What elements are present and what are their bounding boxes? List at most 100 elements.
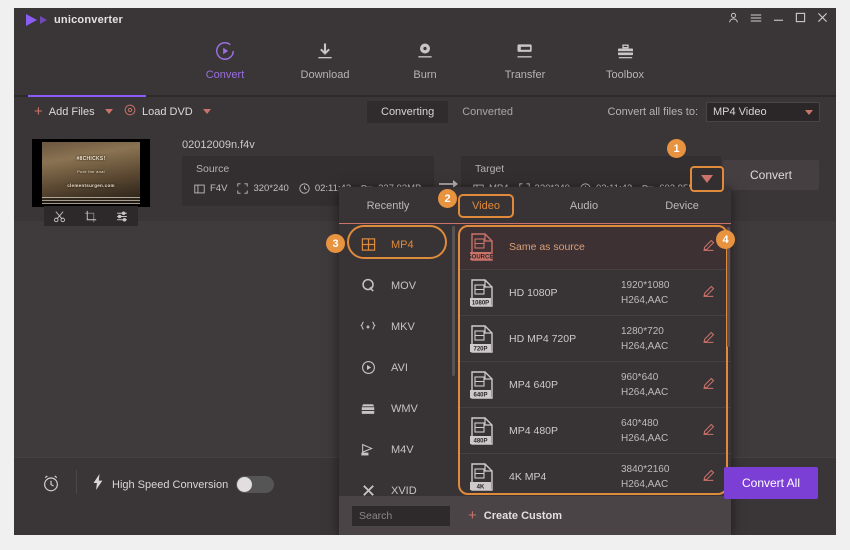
create-custom-button[interactable]: + Create Custom — [468, 508, 562, 523]
popup-tab-label: Video — [458, 193, 514, 218]
close-icon[interactable] — [817, 12, 828, 23]
target-format-dropdown-button[interactable] — [690, 166, 724, 192]
preset-item[interactable]: 480P MP4 480P 640*480 H264,AAC — [457, 408, 731, 454]
status-tabs: Converting Converted — [367, 101, 527, 123]
format-item-wmv[interactable]: WMV — [339, 388, 457, 429]
edit-preset-icon[interactable] — [702, 285, 715, 303]
popup-tab-label: Audio — [569, 199, 599, 212]
load-dvd-button[interactable]: Load DVD — [124, 104, 211, 119]
preset-codec: H264,AAC — [621, 432, 669, 444]
effects-icon[interactable] — [115, 210, 129, 223]
format-item-xvid[interactable]: XVID — [339, 470, 457, 496]
preset-list: SOURCE Same as source 1080P HD 1080P 192… — [457, 224, 731, 496]
format-dropdown-popup: Recently Video Audio Device MP4 MOV MKV … — [339, 187, 731, 535]
format-label: MKV — [391, 320, 415, 333]
search-input[interactable]: Search — [352, 505, 450, 526]
edit-preset-icon[interactable] — [702, 377, 715, 395]
svg-text:640P: 640P — [473, 392, 487, 398]
nav-item-toolbox[interactable]: Toolbox — [575, 34, 675, 81]
preset-resolution: 3840*2160 — [621, 463, 670, 475]
create-custom-label: Create Custom — [483, 509, 563, 522]
preset-name: HD MP4 720P — [509, 332, 577, 345]
format-item-mp4[interactable]: MP4 — [339, 224, 457, 265]
chevron-down-icon[interactable] — [202, 109, 211, 114]
play-logo-icon — [26, 14, 37, 26]
nav-item-convert[interactable]: Convert — [175, 34, 275, 81]
nav-item-transfer[interactable]: Transfer — [475, 34, 575, 81]
maximize-icon[interactable] — [795, 12, 806, 23]
dvd-icon — [124, 104, 136, 119]
convert-all-button[interactable]: Convert All — [724, 467, 818, 499]
preset-item[interactable]: 720P HD MP4 720P 1280*720 H264,AAC — [457, 316, 731, 362]
menu-icon[interactable] — [750, 13, 762, 23]
format-label: MOV — [391, 279, 417, 292]
edit-tools — [44, 206, 138, 226]
toggle-knob — [237, 477, 253, 492]
svg-text:1080P: 1080P — [472, 300, 489, 306]
popup-tab-recently[interactable]: Recently — [339, 200, 437, 212]
convert-all-to-select[interactable]: MP4 Video — [706, 102, 820, 122]
transfer-icon — [514, 40, 536, 62]
convert-all-to-group: Convert all files to: MP4 Video — [608, 102, 820, 122]
preset-specs: 1920*1080 H264,AAC — [621, 278, 669, 308]
preset-item[interactable]: SOURCE Same as source — [457, 224, 731, 270]
preset-icon-640p: 640P — [469, 370, 495, 400]
convert-icon — [214, 40, 236, 62]
preset-name: HD 1080P — [509, 286, 558, 299]
edit-preset-icon[interactable] — [702, 423, 715, 441]
tab-converted[interactable]: Converted — [448, 101, 527, 123]
convert-all-to-value: MP4 Video — [713, 106, 767, 118]
step-badge-2: 2 — [438, 189, 457, 208]
edit-preset-icon[interactable] — [702, 469, 715, 487]
high-speed-toggle[interactable] — [236, 476, 275, 493]
svg-text:720P: 720P — [473, 346, 487, 352]
preset-codec: H264,AAC — [621, 294, 669, 306]
chevron-down-icon — [701, 175, 713, 183]
preset-item[interactable]: 640P MP4 640P 960*640 H264,AAC — [457, 362, 731, 408]
format-list-scrollbar[interactable] — [452, 226, 455, 376]
preset-specs: 1280*720 H264,AAC — [621, 324, 668, 354]
thumbnail-image: #8CHICKS! Pure the anal clementsurgen.co… — [42, 142, 140, 200]
format-item-mov[interactable]: MOV — [339, 265, 457, 306]
video-thumbnail[interactable]: #8CHICKS! Pure the anal clementsurgen.co… — [32, 139, 150, 207]
source-resolution-value: 320*240 — [253, 183, 289, 194]
format-item-avi[interactable]: AVI — [339, 347, 457, 388]
avi-icon — [359, 360, 377, 375]
trim-icon[interactable] — [53, 210, 66, 223]
download-icon — [315, 40, 335, 62]
app-window: uniconverter Convert Download Burn Trans… — [14, 8, 836, 535]
nav-label: Burn — [413, 69, 437, 81]
format-label: MP4 — [391, 238, 414, 251]
source-resolution: 320*240 — [237, 183, 289, 194]
minimize-icon[interactable] — [773, 12, 784, 23]
convert-button[interactable]: Convert — [723, 160, 819, 190]
popup-tab-label: Recently — [366, 199, 410, 212]
preset-item[interactable]: 4K 4K MP4 3840*2160 H264,AAC — [457, 454, 731, 496]
format-item-m4v[interactable]: M4V — [339, 429, 457, 470]
preset-item[interactable]: 1080P HD 1080P 1920*1080 H264,AAC — [457, 270, 731, 316]
add-files-label: Add Files — [48, 105, 95, 118]
crop-icon[interactable] — [84, 210, 97, 223]
edit-preset-icon[interactable] — [702, 239, 715, 257]
step-badge-3: 3 — [326, 234, 345, 253]
add-files-button[interactable]: + Add Files — [34, 104, 113, 119]
nav-item-burn[interactable]: Burn — [375, 34, 475, 81]
thumbnail-line-2: Pure the anal — [77, 169, 105, 174]
thumbnail-texture — [42, 197, 140, 204]
source-format: F4V — [194, 183, 227, 194]
popup-tab-device[interactable]: Device — [633, 200, 731, 212]
format-label: M4V — [391, 443, 414, 456]
chevron-down-icon[interactable] — [104, 109, 113, 114]
tab-converting[interactable]: Converting — [367, 101, 449, 123]
edit-preset-icon[interactable] — [702, 331, 715, 349]
format-item-mkv[interactable]: MKV — [339, 306, 457, 347]
account-icon[interactable] — [728, 12, 739, 23]
toolbox-icon — [615, 40, 636, 62]
title-bar: uniconverter — [14, 8, 836, 34]
high-speed-label: High Speed Conversion — [112, 478, 229, 491]
source-title: Source — [196, 163, 230, 175]
preset-resolution: 1280*720 — [621, 325, 664, 337]
popup-tab-audio[interactable]: Audio — [535, 200, 633, 212]
nav-item-download[interactable]: Download — [275, 34, 375, 81]
alarm-clock-icon[interactable] — [41, 473, 61, 498]
